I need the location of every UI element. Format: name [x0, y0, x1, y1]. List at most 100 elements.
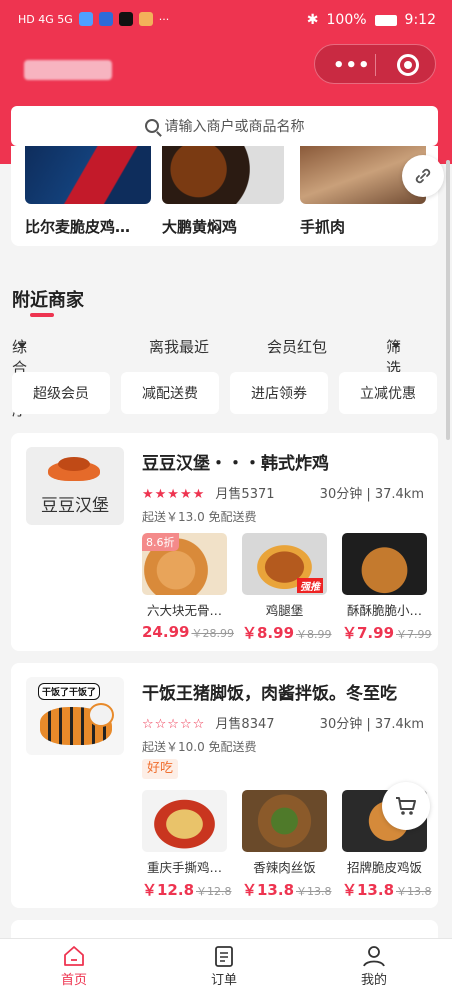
search-placeholder: 请输入商户或商品名称: [164, 119, 305, 135]
app-icon: [78, 12, 93, 26]
goods-image: [142, 790, 227, 852]
store-card[interactable]: 干饭了干饭了 干饭王猪脚饭，肉酱拌饭。冬至吃 ☆☆☆☆☆ 月售8347 30分钟…: [11, 663, 438, 908]
network-indicator: HD 4G 5G: [18, 12, 73, 26]
store-logo: 干饭了干饭了: [26, 677, 124, 755]
category-strip: 比尔麦脆皮鸡… 大鹏黄焖鸡 手抓肉: [11, 146, 438, 246]
filter-button[interactable]: 筛选: [386, 336, 401, 377]
current-price: ￥13.8: [242, 881, 295, 899]
current-price: 24.99: [142, 623, 190, 641]
time-distance: 30分钟 | 37.4km: [319, 487, 424, 502]
share-link-button[interactable]: [402, 155, 444, 197]
current-price: ￥8.99: [242, 624, 295, 642]
rating-stars: ☆☆☆☆☆: [142, 717, 206, 732]
filter-chips: 超级会员 减配送费 进店领券 立减优惠: [12, 372, 442, 414]
category-item[interactable]: 大鹏黄焖鸡: [162, 146, 284, 237]
store-card[interactable]: 豆豆汉堡 豆豆汉堡・・・韩式炸鸡 ★★★★★ 月售5371 30分钟 | 37.…: [11, 433, 438, 651]
tab-bar: 首页 订单 我的: [0, 938, 452, 989]
battery-level: 100%: [326, 12, 367, 28]
goods-price: ￥13.8 ￥13.8: [242, 879, 332, 900]
page-title-blurred: [24, 60, 112, 80]
chip-store-coupon[interactable]: 进店领券: [230, 372, 328, 414]
goods-name: 招牌脆皮鸡饭: [346, 860, 422, 875]
monthly-sales: 月售5371: [215, 487, 275, 502]
status-bar: HD 4G 5G ··· ✱ 100% 9:12: [0, 0, 452, 42]
battery-icon: [374, 14, 397, 26]
category-label: 大鹏黄焖鸡: [162, 218, 238, 236]
section-underline: [30, 313, 54, 317]
goods-item[interactable]: 强推 鸡腿堡 ￥8.99 ￥8.99: [242, 533, 332, 643]
section-title: 附近商家: [12, 290, 84, 311]
goods-name: 鸡腿堡: [265, 603, 304, 618]
tab-profile[interactable]: 我的: [344, 945, 404, 988]
sort-comprehensive[interactable]: 综合排序: [12, 336, 27, 419]
goods-item[interactable]: 香辣肉丝饭 ￥13.8 ￥13.8: [242, 790, 332, 900]
goods-price: 24.99 ￥28.99: [142, 622, 234, 641]
tab-label: 首页: [60, 973, 87, 988]
search-input[interactable]: 请输入商户或商品名称: [11, 106, 438, 146]
tab-home[interactable]: 首页: [44, 945, 104, 988]
time-distance: 30分钟 | 37.4km: [319, 717, 424, 732]
original-price: ￥8.99: [296, 628, 332, 641]
recommend-badge: 强推: [297, 578, 323, 593]
monthly-sales: 月售8347: [215, 717, 275, 732]
store-name: 干饭王猪脚饭，肉酱拌饭。冬至吃: [142, 684, 397, 704]
sort-nearest[interactable]: 离我最近: [149, 336, 209, 357]
link-icon: [415, 168, 431, 184]
original-price: ￥13.8: [296, 885, 332, 898]
current-price: ￥7.99: [342, 624, 395, 642]
category-item[interactable]: 手抓肉: [300, 146, 426, 237]
category-image: [162, 146, 284, 204]
app-icon: [98, 12, 113, 26]
qq-icon: [118, 12, 133, 26]
category-label: 手抓肉: [300, 218, 346, 236]
current-price: ￥13.8: [342, 881, 395, 899]
profile-icon: [362, 945, 386, 967]
goods-name: 六大块无骨…: [146, 603, 222, 618]
store-logo-text: 干饭了干饭了: [38, 683, 101, 700]
category-image: [25, 146, 151, 204]
tab-label: 订单: [210, 973, 237, 988]
order-icon: [212, 945, 236, 967]
category-item[interactable]: 比尔麦脆皮鸡…: [25, 146, 151, 237]
sort-member-coupon[interactable]: 会员红包: [267, 336, 327, 357]
goods-name: 香辣肉丝饭: [253, 860, 316, 875]
store-name: 豆豆汉堡・・・韩式炸鸡: [142, 454, 329, 474]
goods-price: ￥8.99 ￥8.99: [242, 622, 332, 643]
rating-stars: ★★★★★: [142, 487, 206, 502]
goods-price: ￥13.8 ￥13.8: [342, 879, 432, 900]
more-notifications-icon: ···: [158, 12, 170, 26]
goods-item[interactable]: 重庆手撕鸡… ￥12.8 ￥12.8: [142, 790, 232, 900]
tab-label: 我的: [360, 973, 387, 988]
goods-item[interactable]: 8.6折 六大块无骨… 24.99 ￥28.99: [142, 533, 234, 641]
cart-icon: [396, 797, 416, 815]
close-miniapp-button[interactable]: [397, 54, 419, 76]
original-price: ￥13.8: [396, 885, 432, 898]
goods-item[interactable]: 酥酥脆脆小… ￥7.99 ￥7.99: [342, 533, 432, 643]
tab-orders[interactable]: 订单: [194, 945, 254, 988]
store-meta: ★★★★★ 月售5371 30分钟 | 37.4km: [142, 483, 424, 502]
category-label: 比尔麦脆皮鸡…: [25, 218, 131, 236]
chip-reduced-delivery[interactable]: 减配送费: [121, 372, 219, 414]
discount-badge: 8.6折: [142, 533, 179, 551]
store-meta: ☆☆☆☆☆ 月售8347 30分钟 | 37.4km: [142, 713, 424, 732]
status-right: ✱ 100% 9:12: [307, 12, 436, 28]
goods-price: ￥7.99 ￥7.99: [342, 622, 432, 643]
goods-image: [242, 790, 327, 852]
clock: 9:12: [404, 12, 436, 28]
store-tag: 好吃: [142, 759, 179, 779]
cart-button[interactable]: [382, 782, 430, 830]
delivery-info: 起送￥13.0 免配送费: [142, 510, 257, 524]
chip-instant-discount[interactable]: 立减优惠: [339, 372, 437, 414]
goods-image: 强推: [242, 533, 327, 595]
chip-super-member[interactable]: 超级会员: [12, 372, 110, 414]
more-button[interactable]: •••: [333, 55, 371, 76]
store-logo: 豆豆汉堡: [26, 447, 124, 525]
scrollbar[interactable]: [446, 160, 450, 440]
search-icon: [144, 119, 159, 133]
home-icon: [62, 945, 86, 967]
original-price: ￥12.8: [196, 885, 232, 898]
goods-name: 重庆手撕鸡…: [146, 860, 222, 875]
status-left: HD 4G 5G ···: [18, 12, 169, 26]
store-logo-text: 豆豆汉堡: [41, 496, 109, 516]
goods-image: [342, 533, 427, 595]
